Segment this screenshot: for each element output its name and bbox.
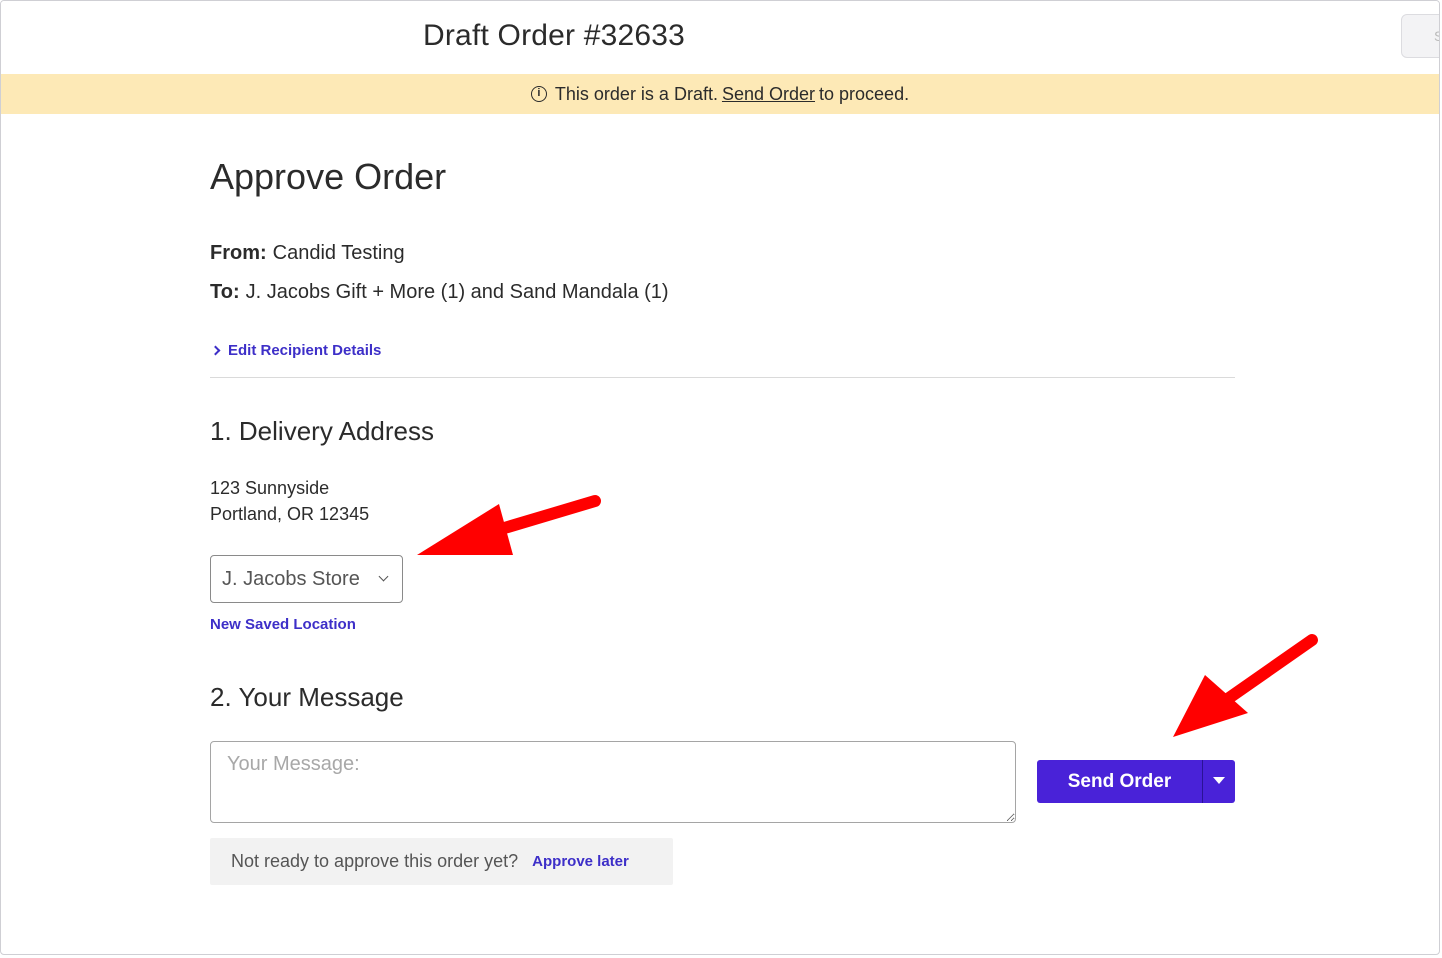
arrow-to-location-select-icon (417, 495, 601, 555)
arrow-to-send-order-icon (1173, 634, 1318, 737)
order-window: Draft Order #32633 S i This order is a D… (0, 0, 1440, 955)
annotation-arrows (417, 495, 1318, 737)
